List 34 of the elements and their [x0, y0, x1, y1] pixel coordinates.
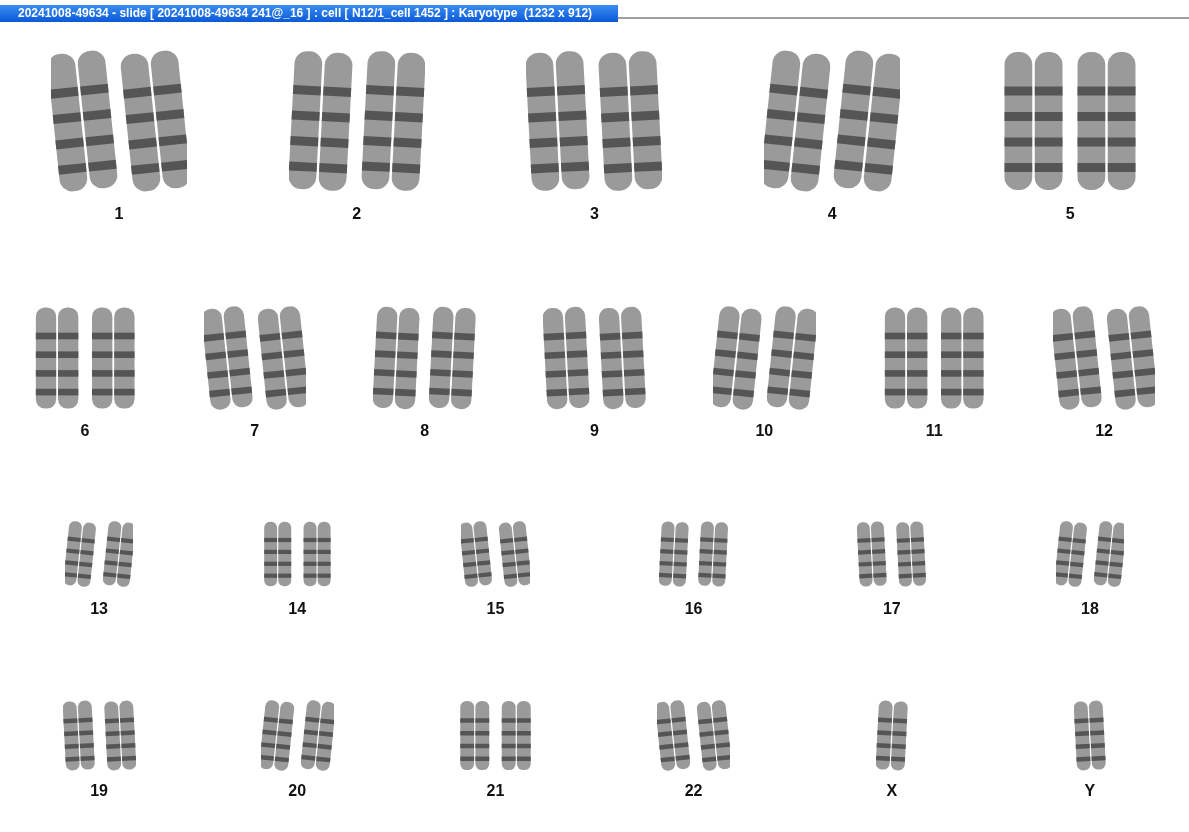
chromosome-number: 3: [590, 204, 599, 224]
chromosome-pair-drawing: [659, 521, 728, 587]
chromosome-number: 16: [684, 599, 703, 619]
chromosome-number: 14: [288, 599, 307, 619]
chromosome-number: 6: [80, 421, 90, 441]
chromosome-pair-drawing: [461, 520, 530, 588]
chromosome-number: Y: [1084, 781, 1096, 801]
chromosome-number: 9: [590, 421, 599, 441]
chromosome-pair-drawing: [64, 520, 134, 588]
chromosome-number: 19: [90, 781, 108, 801]
chromosome-number: 4: [827, 204, 837, 224]
chromosome-number: 12: [1095, 421, 1113, 441]
chromosome-number: X: [886, 781, 898, 801]
chromosome-number: 18: [1081, 599, 1099, 619]
chromosome-drawing: [1074, 700, 1106, 771]
chromosome-pair-drawing: [460, 701, 531, 770]
chromosome-number: 5: [1065, 204, 1075, 224]
chromosome-number: 17: [882, 599, 901, 619]
chromosome-pair-drawing: [1055, 520, 1125, 588]
chromosome-number: 22: [684, 781, 703, 801]
chromosome-drawing: [876, 700, 908, 771]
chromosome-number: 11: [925, 421, 943, 441]
chromosome-number: 1: [114, 204, 124, 224]
chromosome-number: 10: [755, 421, 774, 441]
chromosome-number: 7: [250, 421, 260, 441]
chromosome-pair-drawing: [264, 521, 331, 587]
chromosome-number: 13: [90, 599, 108, 619]
window-title: 20241008-49634 - slide [ 20241008-49634 241@_16 ] : cell [ N12/1_cell 1452 ] : Karyotype (1232 x 912): [0, 5, 618, 22]
chromosome-number: 21: [486, 781, 505, 801]
chromosome-number: 2: [352, 204, 362, 224]
chromosome-number: 8: [420, 421, 430, 441]
chromosome-number: 15: [486, 599, 505, 619]
chromosome-pair-drawing: [857, 521, 927, 587]
chromosome-number: 20: [288, 781, 307, 801]
